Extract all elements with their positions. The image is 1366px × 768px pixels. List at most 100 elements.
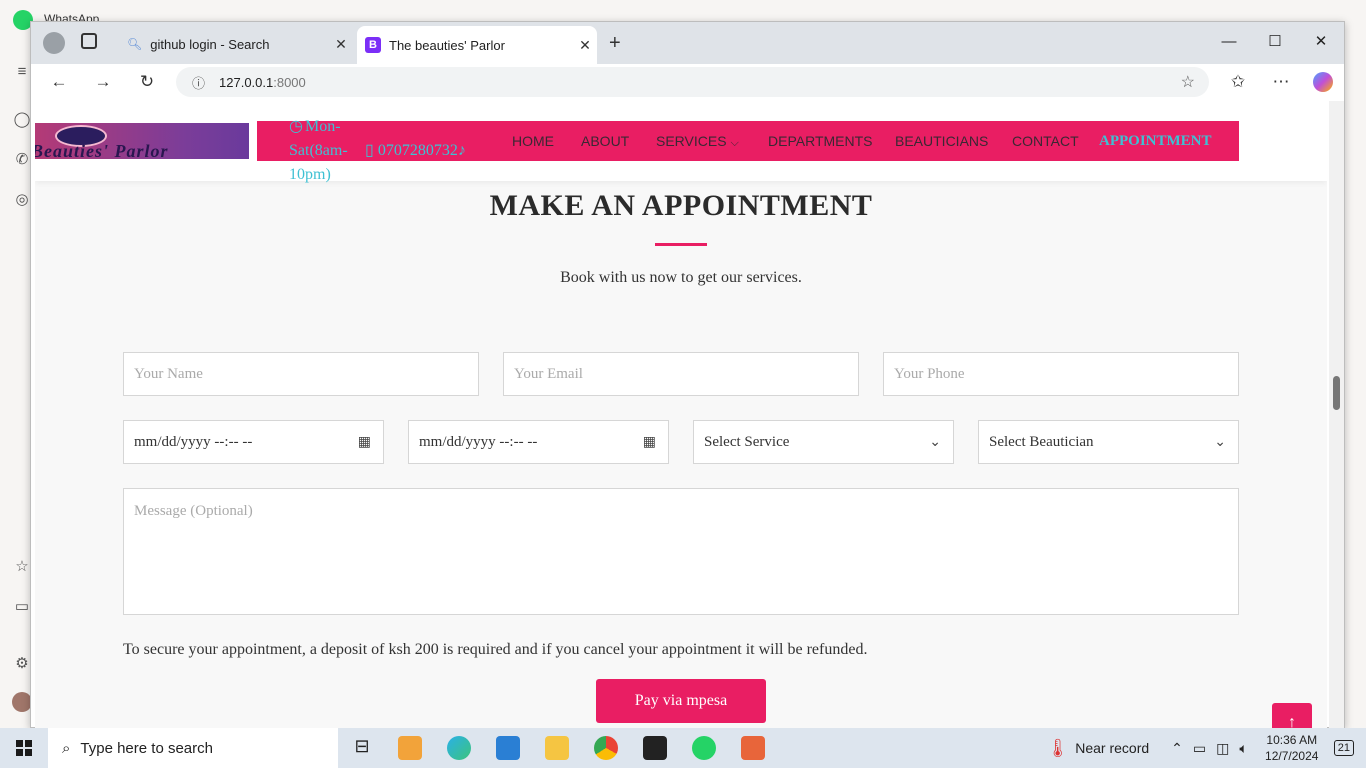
datetime-input-2[interactable]: mm/dd/yyyy --:-- -- ▦ xyxy=(408,420,669,464)
info-icon[interactable]: ⓘ xyxy=(192,73,205,92)
vscode-icon[interactable] xyxy=(496,736,520,760)
url-host: 127.0.0.1 xyxy=(219,74,274,90)
minimize-icon[interactable]: — xyxy=(1206,22,1252,62)
nav-appointment[interactable]: APPOINTMENT xyxy=(1099,121,1212,161)
phone-input[interactable]: Your Phone xyxy=(883,352,1239,396)
back-icon[interactable]: ← xyxy=(49,72,69,92)
favorites-icon[interactable]: ✩ xyxy=(1228,72,1248,92)
chrome-icon[interactable] xyxy=(594,736,618,760)
notifications-icon[interactable]: 21 xyxy=(1333,740,1354,756)
search-icon: ⌕ xyxy=(62,739,71,757)
edge-icon[interactable] xyxy=(447,736,471,760)
close-icon[interactable]: ✕ xyxy=(573,37,597,54)
chevron-up-icon[interactable]: ⌃ xyxy=(1171,740,1183,757)
forward-icon[interactable]: → xyxy=(93,72,113,92)
terminal-icon[interactable] xyxy=(643,736,667,760)
copilot-icon[interactable] xyxy=(1313,72,1333,92)
phone-text: 0707280732 xyxy=(377,142,458,159)
nav-home[interactable]: HOME xyxy=(512,121,554,161)
thermometer-icon: 🌡︎ xyxy=(1046,737,1070,758)
chevron-down-icon: ⌵ xyxy=(730,137,739,149)
clock-date: 12/7/2024 xyxy=(1265,749,1319,763)
task-view-icon[interactable]: ⊟ xyxy=(350,736,374,760)
message-textarea[interactable]: Message (Optional) xyxy=(123,488,1239,615)
chevron-down-icon: ⌄ xyxy=(1214,435,1226,450)
snipping-tool-icon[interactable] xyxy=(741,736,765,760)
whatsapp-icon[interactable] xyxy=(692,736,716,760)
microsoft-store-icon[interactable] xyxy=(398,736,422,760)
archive-icon[interactable]: ▭ xyxy=(12,597,32,617)
volume-icon[interactable]: 🔈︎ xyxy=(1239,740,1247,757)
tab-actions-icon[interactable] xyxy=(81,33,97,49)
hours-info: ◷ Mon-Sat(8am-10pm) xyxy=(289,115,361,187)
close-window-icon[interactable]: ✕ xyxy=(1298,22,1344,62)
favorite-star-icon[interactable]: ☆ xyxy=(1181,72,1195,92)
weather-text[interactable]: Near record xyxy=(1075,740,1149,756)
close-icon[interactable]: ✕ xyxy=(329,36,353,53)
name-placeholder: Your Name xyxy=(134,365,203,382)
starred-icon[interactable]: ☆ xyxy=(12,557,32,577)
service-select[interactable]: Select Service ⌄ xyxy=(693,420,954,464)
nav-contact[interactable]: CONTACT xyxy=(1012,121,1079,161)
profile-icon[interactable] xyxy=(43,32,65,54)
scroll-thumb[interactable] xyxy=(1333,376,1340,410)
search-icon: 🔍︎ xyxy=(127,37,143,51)
title-underline xyxy=(655,243,707,246)
logo-text: Beauties' Parlor xyxy=(35,141,169,159)
arrow-up-icon: ↑ xyxy=(1288,714,1296,729)
navbar: ◷ Mon-Sat(8am-10pm) ▯ 0707280732♪ HOME AB… xyxy=(257,118,1239,183)
avatar[interactable] xyxy=(12,692,32,712)
tiktok-icon[interactable]: ♪ xyxy=(458,142,466,159)
chevron-down-icon: ⌄ xyxy=(929,435,941,450)
taskbar: ⌕ Type here to search ⊟ 🌡︎ Near record ⌃… xyxy=(0,728,1366,768)
section-title: MAKE AN APPOINTMENT xyxy=(489,189,873,222)
more-options-icon[interactable]: ⋯ xyxy=(1271,72,1291,92)
clock-icon: ◷ xyxy=(289,118,303,135)
nav-services[interactable]: SERVICES ⌵ xyxy=(656,121,739,161)
settings-icon[interactable]: ⚙ xyxy=(12,654,32,674)
datetime-input-1[interactable]: mm/dd/yyyy --:-- -- ▦ xyxy=(123,420,384,464)
email-input[interactable]: Your Email xyxy=(503,352,859,396)
nav-about[interactable]: ABOUT xyxy=(581,121,629,161)
site-logo[interactable]: Beauties' Parlor xyxy=(35,123,249,159)
phone-info: ▯ 0707280732♪ xyxy=(365,139,466,163)
web-page: MAKE AN APPOINTMENT Book with us now to … xyxy=(35,101,1327,729)
site-header: Beauties' Parlor ◷ Mon-Sat(8am-10pm) ▯ 07… xyxy=(35,101,1327,183)
address-bar[interactable]: ⓘ 127.0.0.1:8000 ☆ xyxy=(176,67,1209,97)
beautician-select-value: Select Beautician xyxy=(989,433,1094,450)
taskbar-search-placeholder: Type here to search xyxy=(80,739,213,757)
calendar-icon[interactable]: ▦ xyxy=(358,434,371,451)
file-explorer-icon[interactable] xyxy=(545,736,569,760)
page-scrollbar[interactable] xyxy=(1329,101,1344,729)
tab-beauties-parlor[interactable]: B The beauties' Parlor ✕ xyxy=(357,26,597,64)
refresh-icon[interactable]: ↻ xyxy=(137,72,157,92)
nav-beauticians[interactable]: BEAUTICIANS xyxy=(895,121,988,161)
start-button[interactable] xyxy=(0,728,48,768)
calendar-icon[interactable]: ▦ xyxy=(643,434,656,451)
name-input[interactable]: Your Name xyxy=(123,352,479,396)
tab-label: The beauties' Parlor xyxy=(389,37,505,53)
datetime-value: mm/dd/yyyy --:-- -- xyxy=(419,433,538,450)
nav-departments[interactable]: DEPARTMENTS xyxy=(768,121,873,161)
beautician-select[interactable]: Select Beautician ⌄ xyxy=(978,420,1239,464)
chats-icon[interactable]: ◯ xyxy=(12,110,32,130)
clock-time: 10:36 AM xyxy=(1266,733,1318,747)
calls-icon[interactable]: ✆ xyxy=(12,150,32,170)
nav-services-label: SERVICES xyxy=(656,133,727,149)
maximize-icon[interactable]: ☐ xyxy=(1252,22,1298,62)
battery-icon[interactable]: ▭ xyxy=(1193,740,1206,757)
pay-via-mpesa-button[interactable]: Pay via mpesa xyxy=(596,679,766,723)
network-icon[interactable]: ◫ xyxy=(1216,740,1229,757)
status-icon[interactable]: ◎ xyxy=(12,190,32,210)
taskbar-search[interactable]: ⌕ Type here to search xyxy=(48,728,338,768)
clock[interactable]: 10:36 AM 12/7/2024 xyxy=(1256,732,1328,764)
tab-strip: 🔍︎ github login - Search ✕ B The beautie… xyxy=(31,22,1344,64)
tab-github-search[interactable]: 🔍︎ github login - Search ✕ xyxy=(117,29,353,59)
menu-icon[interactable]: ≡ xyxy=(12,62,32,82)
deposit-notice: To secure your appointment, a deposit of… xyxy=(123,641,868,658)
new-tab-icon[interactable]: + xyxy=(609,32,621,55)
back-to-top-button[interactable]: ↑ xyxy=(1272,703,1312,729)
notification-count: 21 xyxy=(1337,742,1350,754)
email-placeholder: Your Email xyxy=(514,365,583,382)
service-select-value: Select Service xyxy=(704,433,790,450)
